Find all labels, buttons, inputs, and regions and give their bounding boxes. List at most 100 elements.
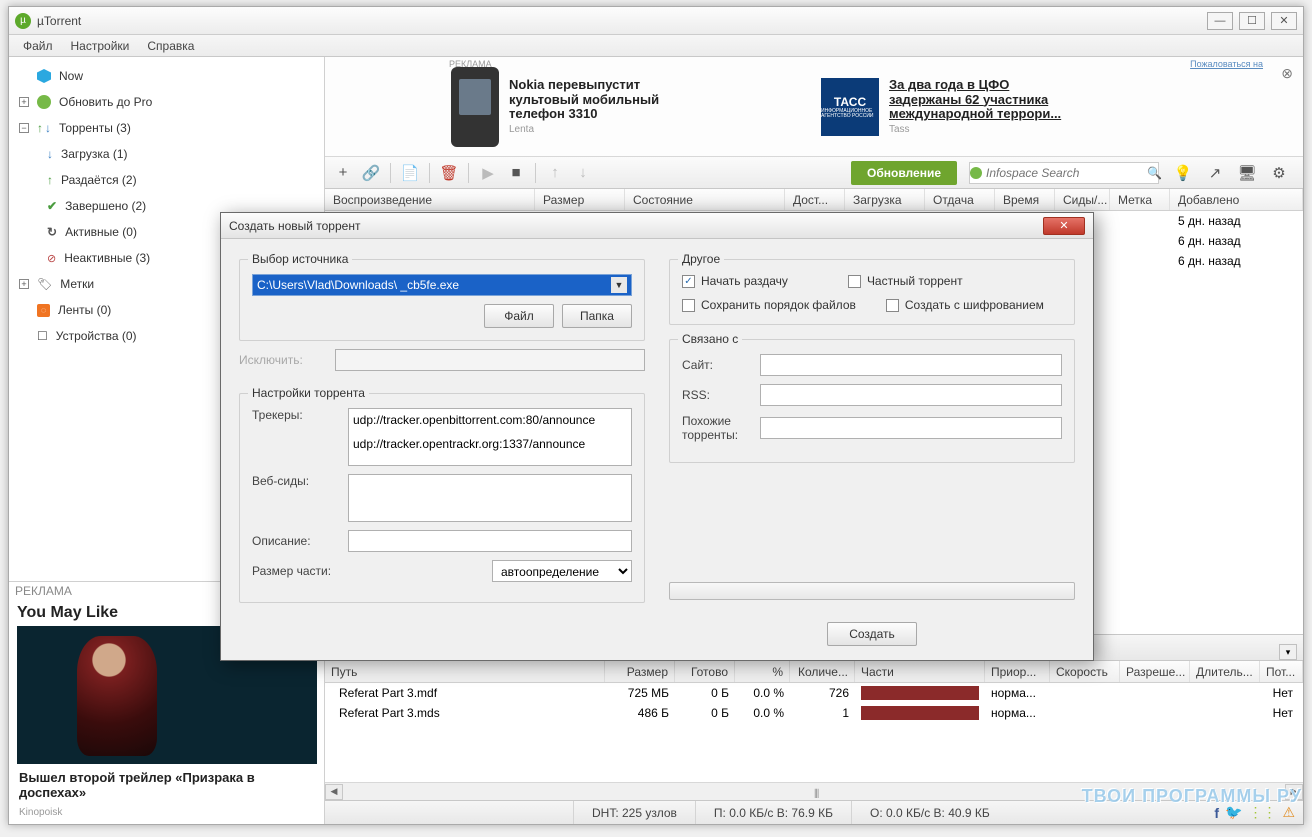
ad-source: Kinopoisk <box>9 807 324 824</box>
settings-icon[interactable]: ⚙ <box>1267 161 1291 185</box>
facebook-icon[interactable]: f <box>1214 805 1219 821</box>
status-upload: О: 0.0 КБ/с В: 40.9 КБ <box>851 801 1008 824</box>
file-row[interactable]: Referat Part 3.mdf 725 MБ 0 Б 0.0 % 726 … <box>325 683 1303 703</box>
parts-bar <box>861 686 979 700</box>
maximize-button[interactable]: ☐ <box>1239 12 1265 30</box>
sidebar-torrents[interactable]: −Торренты (3) <box>11 115 322 141</box>
torrent-table-header: Воспроизведение Размер Состояние Дост...… <box>325 189 1303 211</box>
hex-icon <box>37 69 51 83</box>
encrypt-checkbox[interactable]: Создать с шифрованием <box>886 298 1044 312</box>
other-group: Другое ✓Начать раздачу Частный торрент С… <box>669 259 1075 325</box>
dialog-titlebar: Создать новый торрент ✕ <box>221 213 1093 239</box>
status-download: П: 0.0 КБ/с В: 76.9 КБ <box>695 801 851 824</box>
collapse-pane-button[interactable]: ▾ <box>1279 644 1297 660</box>
inactive-icon: ⊘ <box>47 252 56 265</box>
source-group: Выбор источника C:\Users\Vlad\Downloads\… <box>239 259 645 341</box>
add-url-button[interactable]: 🔗 <box>359 161 383 185</box>
col-size[interactable]: Размер <box>535 189 625 210</box>
rss-input[interactable] <box>760 384 1062 406</box>
menu-settings[interactable]: Настройки <box>63 37 138 55</box>
ad-block-2[interactable]: ТАССИНФОРМАЦИОННОЕ АГЕНТСТВО РОССИИ За д… <box>815 57 1075 156</box>
expander-icon[interactable]: + <box>19 279 29 289</box>
col-avail[interactable]: Дост... <box>785 189 845 210</box>
move-down-button[interactable]: ↓ <box>571 161 595 185</box>
menu-help[interactable]: Справка <box>139 37 202 55</box>
start-seed-checkbox[interactable]: ✓Начать раздачу <box>682 274 788 288</box>
col-up[interactable]: Отдача <box>925 189 995 210</box>
utorrent-icon <box>37 95 51 109</box>
statusbar: DHT: 225 узлов П: 0.0 КБ/с В: 76.9 КБ О:… <box>325 800 1303 824</box>
ad-block-1[interactable]: Nokia перевыпустит культовый мобильный т… <box>445 57 695 156</box>
create-torrent-button[interactable]: 📄 <box>398 161 422 185</box>
minimize-button[interactable]: — <box>1207 12 1233 30</box>
trackers-textarea[interactable]: udp://tracker.openbittorrent.com:80/anno… <box>348 408 632 466</box>
menubar: Файл Настройки Справка <box>9 35 1303 57</box>
rss-icon: ◌ <box>37 304 50 317</box>
dialog-close-button[interactable]: ✕ <box>1043 217 1085 235</box>
phone-icon <box>451 67 499 147</box>
sidebar-upgrade[interactable]: +Обновить до Pro <box>11 89 322 115</box>
col-down[interactable]: Загрузка <box>845 189 925 210</box>
create-progress-bar <box>669 582 1075 600</box>
toolbar: + 🔗 📄 🗑 ▶ ■ ↑ ↓ Обновление 🔍 <box>325 157 1303 189</box>
parts-bar <box>861 706 979 720</box>
col-state[interactable]: Состояние <box>625 189 785 210</box>
sidebar-now[interactable]: Now <box>11 63 322 89</box>
share-icon[interactable]: ↗ <box>1203 161 1227 185</box>
files-table-header: Путь Размер Готово % Количе... Части При… <box>325 661 1303 683</box>
ad-banner: РЕКЛАМА Nokia перевыпустит культовый моб… <box>325 57 1303 157</box>
titlebar: µ µTorrent — ☐ ✕ <box>9 7 1303 35</box>
warning-icon[interactable]: ⚠ <box>1282 804 1295 821</box>
folder-button[interactable]: Папка <box>562 304 632 328</box>
scroll-right-icon[interactable]: ▶ <box>1285 784 1303 800</box>
move-up-button[interactable]: ↑ <box>543 161 567 185</box>
sidebar-seeding[interactable]: ↑Раздаётся (2) <box>11 167 322 193</box>
android-icon[interactable]: ⋮⋮ <box>1248 804 1276 821</box>
close-button[interactable]: ✕ <box>1271 12 1297 30</box>
torrent-settings-group: Настройки торрента Трекеры: udp://tracke… <box>239 393 645 603</box>
col-time[interactable]: Время <box>995 189 1055 210</box>
ad-complain-link[interactable]: Пожаловаться на <box>1190 59 1263 69</box>
delete-button[interactable]: 🗑 <box>437 161 461 185</box>
remote-icon[interactable]: 🖥 <box>1235 161 1259 185</box>
col-label[interactable]: Метка <box>1110 189 1170 210</box>
expander-icon[interactable]: + <box>19 97 29 107</box>
upload-icon: ↑ <box>47 173 53 187</box>
stop-button[interactable]: ■ <box>504 161 528 185</box>
search-icon[interactable]: 🔍 <box>1147 166 1162 180</box>
file-row[interactable]: Referat Part 3.mds 486 Б 0 Б 0.0 % 1 нор… <box>325 703 1303 723</box>
ad-caption[interactable]: Вышел второй трейлер «Призрака в доспеха… <box>9 764 324 807</box>
create-button[interactable]: Создать <box>827 622 917 646</box>
scroll-left-icon[interactable]: ◀ <box>325 784 343 800</box>
sidebar-downloading[interactable]: ↓Загрузка (1) <box>11 141 322 167</box>
close-ad-icon[interactable]: ⊗ <box>1281 65 1293 82</box>
webseeds-textarea[interactable] <box>348 474 632 522</box>
search-input[interactable] <box>982 166 1147 180</box>
status-dht: DHT: 225 узлов <box>573 801 695 824</box>
horizontal-scrollbar[interactable]: ◀ ⦀ ▶ <box>325 782 1303 800</box>
piece-size-select[interactable]: автоопределение <box>492 560 632 582</box>
dropdown-icon[interactable]: ▼ <box>611 277 627 293</box>
exclude-input <box>335 349 645 371</box>
update-button[interactable]: Обновление <box>851 161 957 185</box>
similar-input[interactable] <box>760 417 1062 439</box>
start-button[interactable]: ▶ <box>476 161 500 185</box>
create-torrent-dialog: Создать новый торрент ✕ Выбор источника … <box>220 212 1094 661</box>
source-path-combo[interactable]: C:\Users\Vlad\Downloads\ _cb5fe.exe ▼ <box>252 274 632 296</box>
col-seeds[interactable]: Сиды/... <box>1055 189 1110 210</box>
description-input[interactable] <box>348 530 632 552</box>
col-play[interactable]: Воспроизведение <box>325 189 535 210</box>
file-button[interactable]: Файл <box>484 304 554 328</box>
private-checkbox[interactable]: Частный торрент <box>848 274 963 288</box>
col-added[interactable]: Добавлено <box>1170 189 1303 210</box>
utorrent-search-icon <box>970 167 982 179</box>
tip-icon[interactable]: 💡 <box>1171 161 1195 185</box>
device-icon: ☐ <box>37 329 48 343</box>
twitter-icon[interactable]: 🐦 <box>1225 804 1242 821</box>
add-torrent-button[interactable]: + <box>331 161 355 185</box>
search-box[interactable]: 🔍 <box>969 162 1159 184</box>
site-input[interactable] <box>760 354 1062 376</box>
expander-icon[interactable]: − <box>19 123 29 133</box>
menu-file[interactable]: Файл <box>15 37 61 55</box>
preserve-order-checkbox[interactable]: Сохранить порядок файлов <box>682 298 856 312</box>
